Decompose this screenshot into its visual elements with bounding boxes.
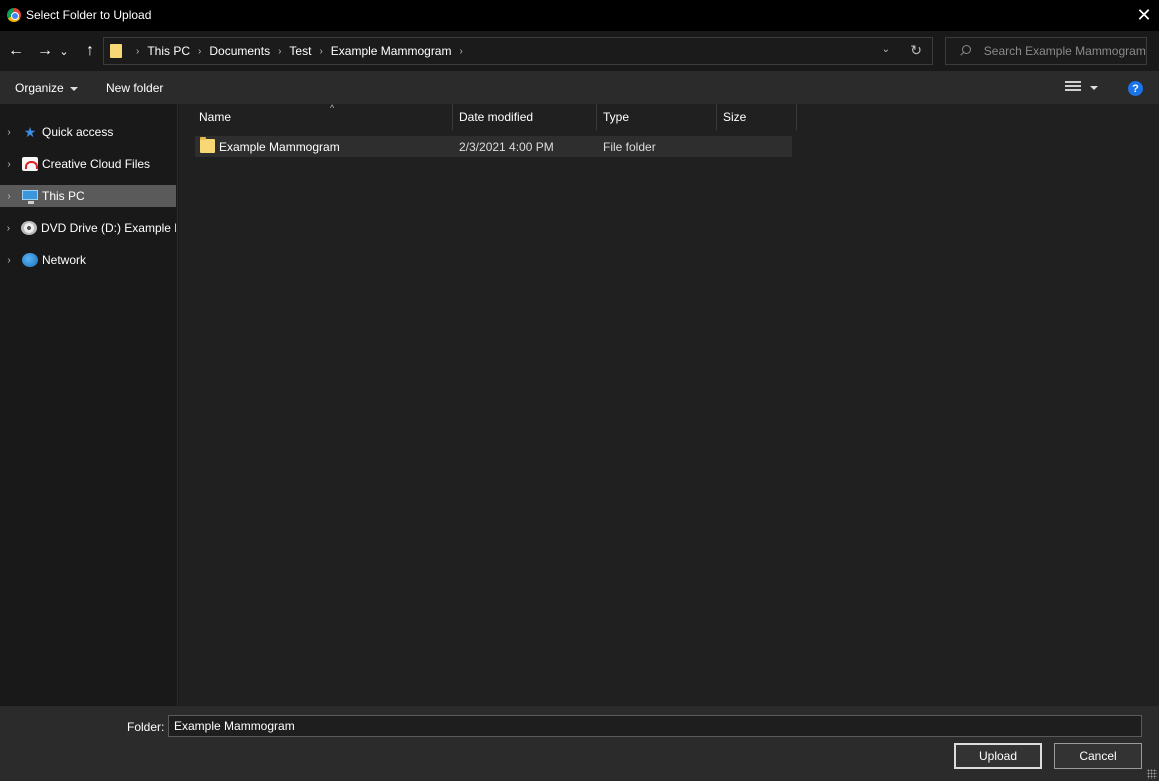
chevron-right-icon[interactable]: › — [319, 46, 322, 57]
cancel-button[interactable]: Cancel — [1054, 743, 1142, 769]
column-header-size[interactable]: Size — [717, 104, 797, 130]
chevron-right-icon[interactable]: › — [459, 46, 462, 57]
search-icon — [958, 44, 972, 58]
folder-label: Folder: — [127, 720, 165, 734]
sidebar-item-label: Network — [42, 253, 87, 267]
view-options-icon[interactable] — [1065, 81, 1081, 93]
expand-chevron-icon[interactable]: › — [0, 255, 18, 266]
creative-cloud-icon — [22, 157, 38, 171]
file-name: Example Mammogram — [219, 140, 340, 154]
file-list: ^ Name Date modified Type Size Example M… — [179, 103, 1159, 706]
chevron-right-icon[interactable]: › — [198, 46, 201, 57]
sidebar-item-label: Creative Cloud Files — [42, 157, 151, 171]
breadcrumb-item-documents[interactable]: Documents — [209, 44, 270, 58]
sidebar-item-this-pc[interactable]: › This PC — [0, 185, 176, 207]
sidebar-item-dvd-drive[interactable]: › DVD Drive (D:) Example M — [0, 217, 176, 239]
arrow-up-icon: ↑ — [86, 42, 94, 59]
sidebar-item-label: DVD Drive (D:) Example M — [40, 221, 176, 235]
select-folder-dialog: Select Folder to Upload ✕ ← → ⌄ ↑ › This… — [0, 0, 1159, 781]
breadcrumb: › This PC › Documents › Test › Example M… — [128, 44, 471, 58]
search-box[interactable] — [945, 37, 1147, 65]
dialog-footer: Folder: Upload Cancel — [0, 706, 1159, 781]
sidebar-item-label: Quick access — [42, 125, 114, 139]
file-date-modified: 2/3/2021 4:00 PM — [459, 140, 554, 154]
close-icon: ✕ — [1136, 5, 1152, 25]
back-button[interactable]: ← — [4, 39, 28, 63]
breadcrumb-item-example-mammogram[interactable]: Example Mammogram — [331, 44, 452, 58]
chrome-icon — [7, 8, 21, 22]
expand-chevron-icon[interactable]: › — [0, 127, 18, 138]
chevron-down-icon: ⌄ — [59, 45, 69, 58]
expand-chevron-icon[interactable]: › — [0, 159, 18, 170]
folder-icon — [200, 137, 215, 153]
command-toolbar: Organize New folder ? — [0, 71, 1159, 104]
resize-grip-icon[interactable] — [1147, 769, 1157, 779]
breadcrumb-item-test[interactable]: Test — [289, 44, 311, 58]
file-type: File folder — [603, 140, 656, 154]
column-headers: ^ Name Date modified Type Size — [193, 103, 797, 130]
folder-icon — [110, 44, 122, 58]
up-button[interactable]: ↑ — [78, 39, 102, 63]
folder-name-input[interactable] — [168, 715, 1142, 737]
breadcrumb-item-this-pc[interactable]: This PC — [147, 44, 190, 58]
recent-locations-button[interactable]: ⌄ — [57, 39, 71, 63]
expand-chevron-icon[interactable]: › — [0, 191, 18, 202]
forward-button[interactable]: → — [33, 39, 57, 63]
column-header-name[interactable]: Name — [193, 104, 453, 130]
arrow-right-icon: → — [37, 42, 53, 59]
dvd-icon — [20, 221, 37, 235]
sidebar-item-network[interactable]: › Network — [0, 249, 176, 271]
address-bar[interactable]: › This PC › Documents › Test › Example M… — [103, 37, 933, 65]
new-folder-button[interactable]: New folder — [106, 81, 163, 95]
navigation-bar: ← → ⌄ ↑ › This PC › Documents › Test › E… — [0, 31, 1159, 71]
caret-down-icon[interactable] — [1090, 86, 1098, 90]
computer-icon — [22, 190, 38, 204]
table-row[interactable]: Example Mammogram 2/3/2021 4:00 PM File … — [195, 136, 792, 157]
caret-down-icon — [69, 86, 78, 91]
chevron-right-icon[interactable]: › — [278, 46, 281, 57]
title-bar: Select Folder to Upload ✕ — [0, 0, 1159, 31]
network-icon — [22, 253, 38, 267]
window-title: Select Folder to Upload — [26, 8, 152, 22]
address-dropdown-button[interactable]: ⌄ — [882, 44, 890, 55]
refresh-button[interactable]: ↻ — [910, 42, 922, 59]
sidebar-item-creative-cloud-files[interactable]: › Creative Cloud Files — [0, 153, 176, 175]
navigation-pane: › ★ Quick access › Creative Cloud Files … — [0, 104, 178, 706]
organize-button[interactable]: Organize — [15, 81, 78, 95]
sidebar-item-quick-access[interactable]: › ★ Quick access — [0, 121, 176, 143]
search-input[interactable] — [983, 44, 1146, 58]
column-header-type[interactable]: Type — [597, 104, 717, 130]
star-icon: ★ — [23, 124, 37, 140]
expand-chevron-icon[interactable]: › — [0, 223, 17, 234]
organize-label: Organize — [15, 81, 64, 95]
help-icon[interactable]: ? — [1128, 81, 1143, 96]
arrow-left-icon: ← — [8, 42, 24, 59]
chevron-right-icon: › — [136, 45, 140, 57]
upload-button[interactable]: Upload — [954, 743, 1042, 769]
sidebar-item-label: This PC — [42, 189, 85, 203]
column-header-date-modified[interactable]: Date modified — [453, 104, 597, 130]
close-button[interactable]: ✕ — [1129, 0, 1159, 31]
